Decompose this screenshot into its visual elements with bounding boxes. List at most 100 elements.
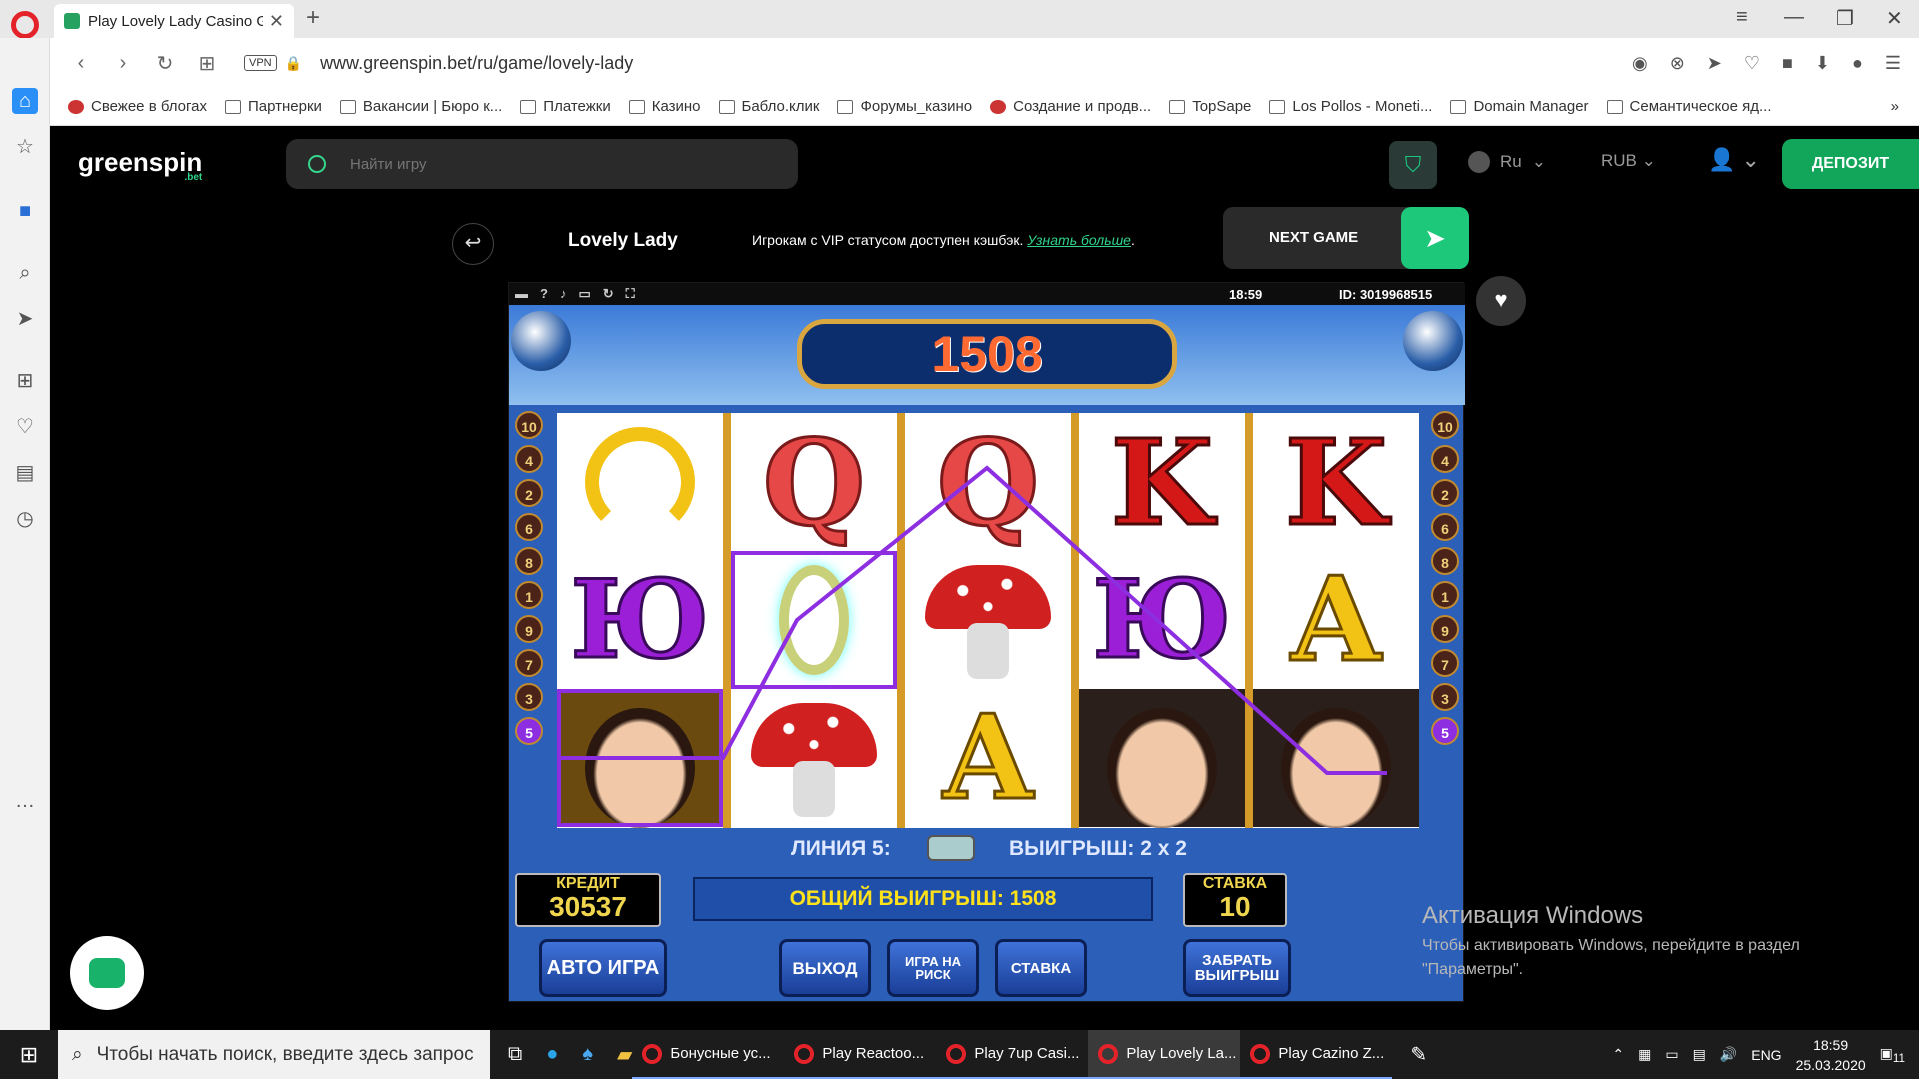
notifications-icon[interactable]: ▣11 <box>1880 1045 1905 1065</box>
line-number[interactable]: 6 <box>1431 513 1459 541</box>
line-number[interactable]: 2 <box>1431 479 1459 507</box>
bookmark-item[interactable]: TopSape <box>1169 98 1251 115</box>
game-search[interactable] <box>286 139 798 189</box>
easy-setup-icon[interactable]: ☰ <box>1885 53 1901 74</box>
send-icon[interactable]: ➤ <box>1707 53 1722 74</box>
greenspin-logo[interactable]: greenspin .bet <box>78 147 202 183</box>
explorer-icon[interactable]: ▰ <box>617 1042 632 1067</box>
next-game-button[interactable]: NEXT GAME ➤ <box>1223 207 1469 269</box>
line-number[interactable]: 7 <box>515 649 543 677</box>
camera-icon[interactable]: ◉ <box>1632 53 1648 74</box>
restore-button[interactable]: ❐ <box>1836 6 1854 31</box>
flag-icon[interactable]: ▬ <box>515 286 528 302</box>
taskbar-task[interactable]: Play 7up Casi... <box>936 1030 1089 1079</box>
heart-icon[interactable]: ♡ <box>12 414 38 440</box>
currency-select[interactable]: RUB ⌄ <box>1601 151 1656 171</box>
search-icon[interactable]: ⌕ <box>12 260 38 286</box>
tab-close-icon[interactable]: ✕ <box>269 11 284 32</box>
line-number-active[interactable]: 5 <box>1431 717 1459 745</box>
gamble-button[interactable]: ИГРА НА РИСК <box>887 939 979 997</box>
fullscreen-icon[interactable]: ⛶ <box>626 286 635 302</box>
reload-icon[interactable]: ↻ <box>154 51 176 76</box>
taskbar-search[interactable]: ⌕ Чтобы начать поиск, введите здесь запр… <box>58 1030 490 1079</box>
tab-active[interactable]: Play Lovely Lady Casino Ga ✕ <box>54 4 294 38</box>
forward-icon[interactable]: › <box>112 52 134 75</box>
back-button[interactable]: ↩ <box>452 223 494 265</box>
task-view-icon[interactable]: ⧉ <box>508 1043 522 1066</box>
line-number[interactable]: 10 <box>1431 411 1459 439</box>
bookmark-item[interactable]: Los Pollos - Moneti... <box>1269 98 1432 115</box>
network-icon[interactable]: ▤ <box>1693 1046 1706 1063</box>
input-language[interactable]: ENG <box>1751 1047 1781 1063</box>
minimize-button[interactable]: — <box>1784 6 1804 29</box>
opera-logo-icon[interactable] <box>11 11 39 39</box>
language-select[interactable]: Ru ⌄ <box>1468 151 1546 173</box>
collect-win-button[interactable]: ЗАБРАТЬ ВЫИГРЫШ <box>1183 939 1291 997</box>
chat-button[interactable] <box>70 936 144 1010</box>
line-number[interactable]: 8 <box>515 547 543 575</box>
bookmark-item[interactable]: Бабло.клик <box>718 98 819 115</box>
adblock-icon[interactable]: ⊗ <box>1670 53 1685 74</box>
bookmark-item[interactable]: Форумы_казино <box>837 98 972 115</box>
history-icon[interactable]: ◷ <box>12 506 38 532</box>
back-icon[interactable]: ‹ <box>70 52 92 75</box>
stake-button[interactable]: СТАВКА <box>995 939 1087 997</box>
bookmark-item[interactable]: Вакансии | Бюро к... <box>339 98 502 115</box>
notepad-icon[interactable]: ✎ <box>1410 1042 1427 1067</box>
news-icon[interactable]: ▤ <box>12 460 38 486</box>
shield-icon[interactable]: ⛉ <box>1389 141 1437 189</box>
line-number-active[interactable]: 5 <box>515 717 543 745</box>
send-icon[interactable]: ➤ <box>12 306 38 332</box>
line-number[interactable]: 4 <box>1431 445 1459 473</box>
windows-start-icon[interactable]: ⊞ <box>0 1042 58 1068</box>
line-number[interactable]: 4 <box>515 445 543 473</box>
close-window-button[interactable]: ✕ <box>1886 6 1903 31</box>
apps-icon[interactable]: ⊞ <box>12 368 38 394</box>
taskbar-task[interactable]: Play Reactoo... <box>784 1030 937 1079</box>
taskbar-task-active[interactable]: Play Lovely La... <box>1088 1030 1241 1079</box>
line-number[interactable]: 2 <box>515 479 543 507</box>
vk-icon[interactable]: ■ <box>12 198 38 224</box>
battery-icon[interactable]: ▭ <box>1665 1046 1678 1063</box>
volume-icon[interactable]: 🔊 <box>1720 1046 1737 1063</box>
bookmark-item[interactable]: Domain Manager <box>1450 98 1589 115</box>
line-number[interactable]: 9 <box>515 615 543 643</box>
tray-chevron-icon[interactable]: ⌃ <box>1612 1046 1624 1063</box>
more-bookmarks-icon[interactable]: » <box>1891 98 1899 115</box>
line-number[interactable]: 10 <box>515 411 543 439</box>
heart-icon[interactable]: ♡ <box>1744 53 1760 74</box>
user-icon[interactable]: 👤 ⌄ <box>1708 147 1760 173</box>
line-number[interactable]: 1 <box>1431 581 1459 609</box>
star-icon[interactable]: ☆ <box>12 134 38 160</box>
deposit-button[interactable]: ДЕПОЗИТ <box>1782 139 1919 189</box>
bookmark-item[interactable]: Семантическое яд... <box>1606 98 1772 115</box>
bookmark-item[interactable]: Свежее в блогах <box>68 98 207 115</box>
tray-app-icon[interactable]: ▦ <box>1638 1046 1651 1063</box>
window-icon[interactable]: ▭ <box>578 286 590 302</box>
taskbar-task[interactable]: Play Cazino Z... <box>1240 1030 1393 1079</box>
download-icon[interactable]: ⬇ <box>1815 53 1830 74</box>
line-number[interactable]: 1 <box>515 581 543 609</box>
sound-icon[interactable]: ♪ <box>560 286 567 302</box>
bookmark-item[interactable]: Платежки <box>520 98 611 115</box>
taskbar-task[interactable]: Бонусные ус... <box>632 1030 785 1079</box>
line-number[interactable]: 7 <box>1431 649 1459 677</box>
bookmark-item[interactable]: Партнерки <box>225 98 322 115</box>
autoplay-button[interactable]: АВТО ИГРА <box>539 939 667 997</box>
exit-button[interactable]: ВЫХОД <box>779 939 871 997</box>
skype-icon[interactable]: ● <box>546 1043 558 1066</box>
line-number[interactable]: 8 <box>1431 547 1459 575</box>
clock[interactable]: 18:59 25.03.2020 <box>1796 1035 1866 1075</box>
more-icon[interactable]: … <box>12 788 38 814</box>
vpn-badge[interactable]: VPN <box>244 55 277 71</box>
new-tab-button[interactable]: + <box>306 4 320 32</box>
account-icon[interactable]: ● <box>1852 53 1863 74</box>
help-icon[interactable]: ? <box>540 286 548 302</box>
lock-icon[interactable]: 🔒 <box>285 55 302 72</box>
vip-more-link[interactable]: Узнать больше <box>1027 232 1131 248</box>
tab-menu-icon[interactable]: ≡ <box>1736 6 1748 29</box>
solitaire-icon[interactable]: ♠ <box>582 1043 593 1066</box>
line-number[interactable]: 3 <box>515 683 543 711</box>
speed-dial-icon[interactable]: ⊞ <box>196 51 218 76</box>
line-number[interactable]: 6 <box>515 513 543 541</box>
